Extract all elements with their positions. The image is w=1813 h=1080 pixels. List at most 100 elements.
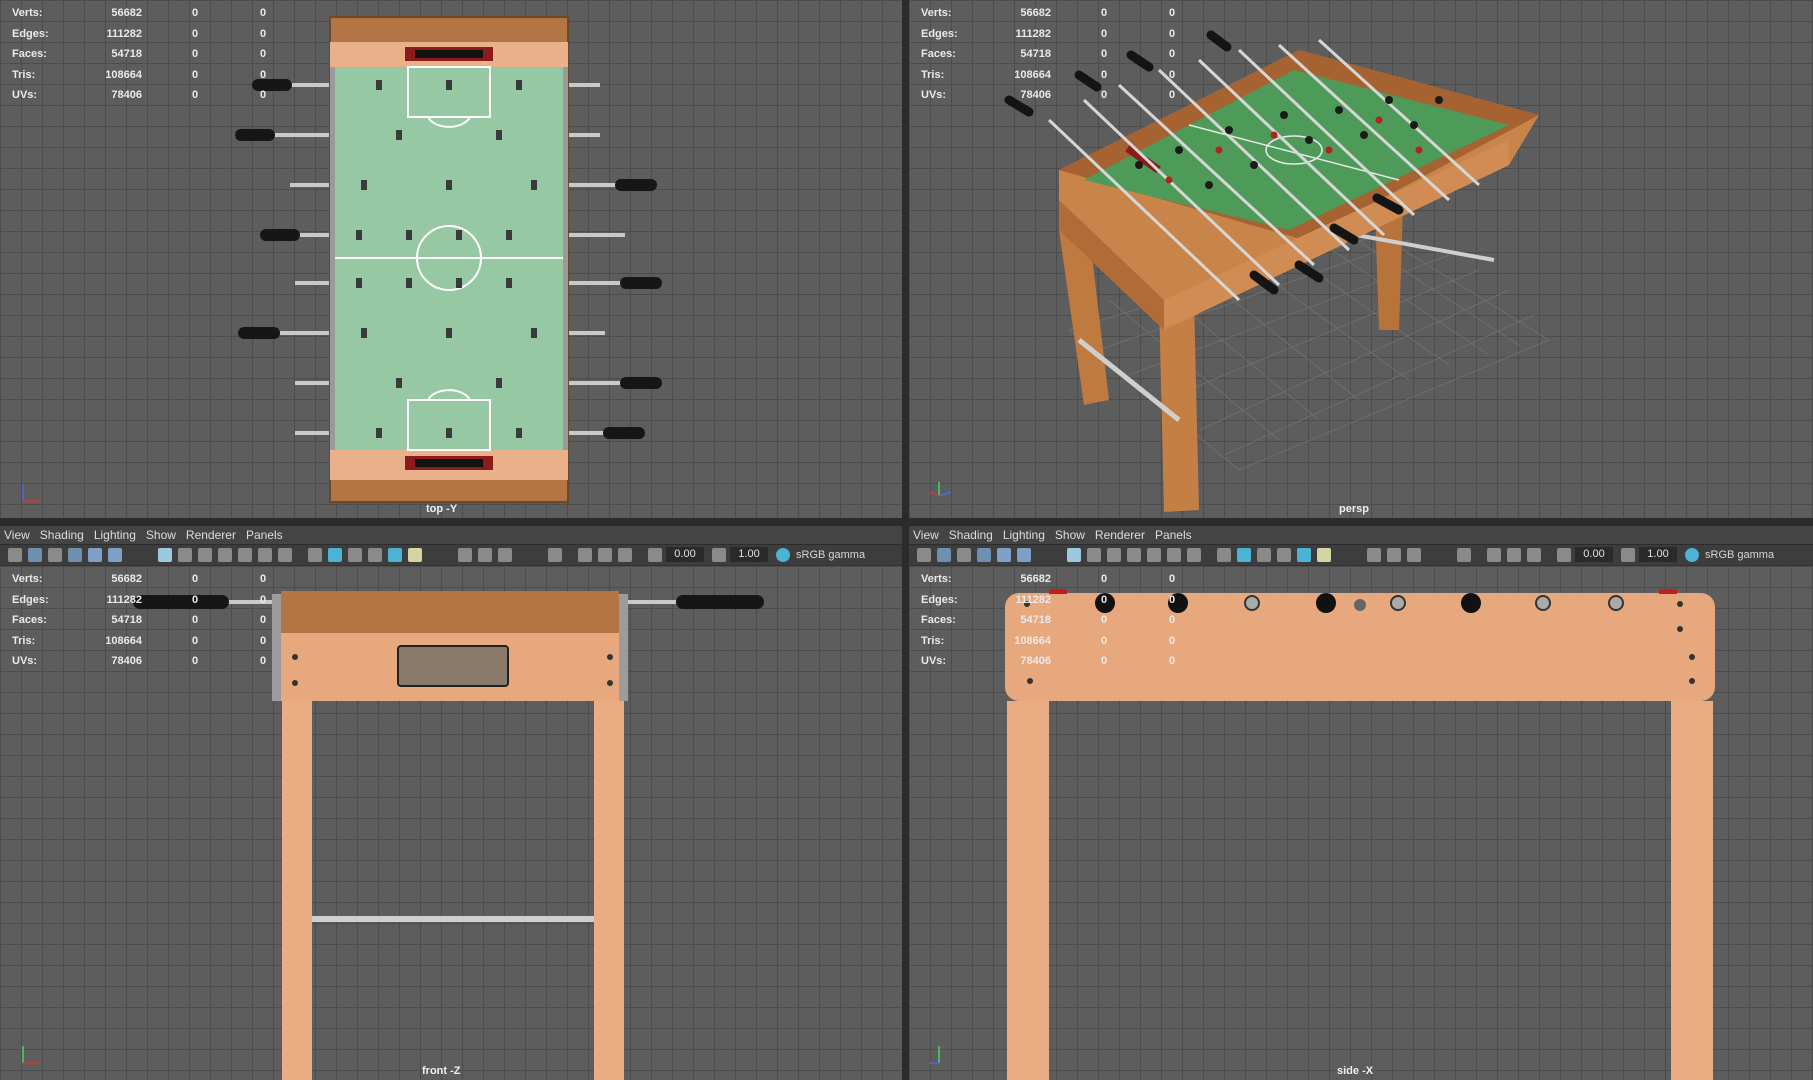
menu-view[interactable]: View	[909, 526, 945, 544]
field-chart-icon[interactable]	[1147, 548, 1161, 562]
antialias-icon[interactable]	[498, 548, 512, 562]
image-plane-icon[interactable]	[977, 548, 991, 562]
xray-components-icon[interactable]	[618, 548, 632, 562]
viewport-divider[interactable]	[902, 498, 909, 518]
hud-value: 78406	[1020, 655, 1051, 667]
safe-action-icon[interactable]	[1167, 548, 1181, 562]
axis-gizmo	[929, 1046, 940, 1064]
menu-panels[interactable]: Panels	[242, 526, 289, 544]
xray-icon[interactable]	[1487, 548, 1501, 562]
film-gate-icon[interactable]	[178, 548, 192, 562]
bookmark-icon[interactable]	[957, 548, 971, 562]
image-plane-icon[interactable]	[68, 548, 82, 562]
menu-show[interactable]: Show	[142, 526, 182, 544]
hud-value: 54718	[111, 48, 142, 60]
smooth-shade-icon[interactable]	[1237, 548, 1251, 562]
wireframe-on-shaded-icon[interactable]	[1277, 548, 1291, 562]
gamma-icon[interactable]	[1621, 548, 1635, 562]
isolate-select-icon[interactable]	[548, 548, 562, 562]
xray-components-icon[interactable]	[1527, 548, 1541, 562]
camera-select-icon[interactable]	[917, 548, 931, 562]
hud-selected: 0	[1101, 593, 1108, 606]
exposure-field[interactable]	[1575, 547, 1613, 562]
grease-pencil-icon[interactable]	[88, 548, 102, 562]
menu-shading[interactable]: Shading	[36, 526, 90, 544]
hud-value: 111282	[106, 593, 143, 606]
xray-icon[interactable]	[578, 548, 592, 562]
field-chart-icon[interactable]	[238, 548, 252, 562]
grid-icon[interactable]	[1067, 548, 1081, 562]
grease-pencil-icon[interactable]	[997, 548, 1011, 562]
menu-show[interactable]: Show	[1051, 526, 1091, 544]
safe-action-icon[interactable]	[258, 548, 272, 562]
ambient-occlusion-icon[interactable]	[478, 548, 492, 562]
viewport-side[interactable]: Verts: 56682 0 0 Edges: 111282 0 0 Faces: 54718…	[909, 566, 1813, 1080]
default-material-icon[interactable]	[348, 548, 362, 562]
menu-lighting[interactable]: Lighting	[999, 526, 1051, 544]
camera-select-icon[interactable]	[8, 548, 22, 562]
pan-zoom-icon[interactable]	[108, 548, 122, 562]
smooth-shade-icon[interactable]	[328, 548, 342, 562]
menu-shading[interactable]: Shading	[945, 526, 999, 544]
menu-panels[interactable]: Panels	[1151, 526, 1198, 544]
gamma-icon[interactable]	[712, 548, 726, 562]
menu-renderer[interactable]: Renderer	[182, 526, 242, 544]
menu-lighting[interactable]: Lighting	[90, 526, 142, 544]
lighting-icon[interactable]	[1317, 548, 1331, 562]
xray-joints-icon[interactable]	[598, 548, 612, 562]
gamma-field[interactable]	[730, 547, 768, 562]
menu-renderer[interactable]: Renderer	[1091, 526, 1151, 544]
camera-attributes-icon[interactable]	[937, 548, 951, 562]
viewport-front[interactable]: Verts: 56682 0 0 Edges: 111282 0 0 Faces: 54718…	[0, 566, 902, 1080]
rod-handle-left	[133, 595, 229, 609]
antialias-icon[interactable]	[1407, 548, 1421, 562]
lighting-icon[interactable]	[408, 548, 422, 562]
isolate-select-icon[interactable]	[1457, 548, 1471, 562]
textured-icon[interactable]	[1297, 548, 1311, 562]
hud-selected: 0	[192, 89, 199, 101]
hud-value: 111282	[1015, 593, 1052, 606]
resolution-gate-icon[interactable]	[198, 548, 212, 562]
color-management-icon[interactable]	[776, 548, 790, 562]
camera-label: persp	[1339, 503, 1369, 515]
color-management-label[interactable]: sRGB gamma	[796, 547, 865, 563]
resolution-gate-icon[interactable]	[1107, 548, 1121, 562]
wireframe-on-shaded-icon[interactable]	[368, 548, 382, 562]
hud-component: 0	[260, 27, 267, 40]
safe-title-icon[interactable]	[1187, 548, 1201, 562]
camera-label: front -Z	[422, 1065, 461, 1077]
shadows-icon[interactable]	[458, 548, 472, 562]
safe-title-icon[interactable]	[278, 548, 292, 562]
textured-icon[interactable]	[388, 548, 402, 562]
menu-view[interactable]: View	[0, 526, 36, 544]
default-material-icon[interactable]	[1257, 548, 1271, 562]
wireframe-icon[interactable]	[308, 548, 322, 562]
panel-menubar-side: View Shading Lighting Show Renderer Panels	[909, 526, 1813, 544]
camera-attributes-icon[interactable]	[28, 548, 42, 562]
xray-joints-icon[interactable]	[1507, 548, 1521, 562]
gate-mask-icon[interactable]	[1127, 548, 1141, 562]
wireframe-icon[interactable]	[1217, 548, 1231, 562]
viewport-top[interactable]: Verts: 56682 0 0 Edges: 111282 0 0 Faces: 54718…	[0, 0, 902, 518]
grid-icon[interactable]	[158, 548, 172, 562]
hud-value: 108664	[1014, 68, 1051, 81]
hud-selected: 0	[1101, 7, 1108, 19]
viewport-persp[interactable]: Verts: 56682 0 0 Edges: 111282 0 0 Faces: 54718…	[909, 0, 1813, 518]
color-management-icon[interactable]	[1685, 548, 1699, 562]
hud-component: 0	[1169, 27, 1176, 40]
exposure-icon[interactable]	[1557, 548, 1571, 562]
gamma-field[interactable]	[1639, 547, 1677, 562]
ambient-occlusion-icon[interactable]	[1387, 548, 1401, 562]
color-management-label[interactable]: sRGB gamma	[1705, 547, 1774, 563]
exposure-field[interactable]	[666, 547, 704, 562]
hud-selected: 0	[192, 593, 199, 606]
gate-mask-icon[interactable]	[218, 548, 232, 562]
hud-label: Tris:	[12, 634, 36, 647]
hud-label: Faces:	[12, 614, 47, 626]
exposure-icon[interactable]	[648, 548, 662, 562]
hud-selected: 0	[1101, 634, 1108, 647]
film-gate-icon[interactable]	[1087, 548, 1101, 562]
pan-zoom-icon[interactable]	[1017, 548, 1031, 562]
shadows-icon[interactable]	[1367, 548, 1381, 562]
bookmark-icon[interactable]	[48, 548, 62, 562]
